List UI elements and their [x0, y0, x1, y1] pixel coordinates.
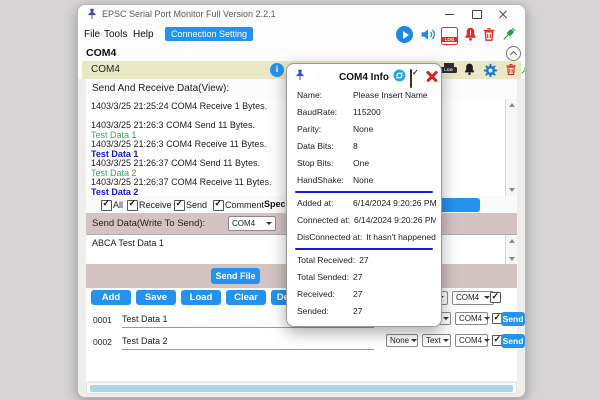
actions-port-select[interactable]: COM4: [452, 290, 494, 305]
add-button[interactable]: Add: [91, 290, 131, 305]
menu-bar: File Tools Help Connection Setting LOG: [78, 24, 525, 46]
log-file-icon[interactable]: LOG: [441, 26, 458, 45]
trash-icon[interactable]: [481, 26, 497, 43]
popup-field: Added at: 6/14/2024 9:20:26 PM: [297, 198, 436, 208]
all-label: All: [113, 199, 124, 210]
popup-field: HandShake: None: [297, 175, 374, 185]
refresh-icon[interactable]: [393, 69, 406, 82]
panel-bell-icon[interactable]: [462, 62, 477, 77]
menu-tools[interactable]: Tools: [104, 29, 127, 40]
connect-plug-icon[interactable]: [499, 25, 518, 44]
popup-field: Name: Please Insert Name: [297, 90, 428, 100]
settings-gear-icon[interactable]: [482, 62, 499, 79]
send-data-label: Send Data(Write To Send):: [92, 218, 206, 229]
row-send-button[interactable]: Send: [501, 334, 525, 348]
row-text-input[interactable]: Test Data 2: [122, 336, 168, 346]
connection-setting-button[interactable]: Connection Setting: [165, 26, 254, 41]
log-printer-icon[interactable]: LOG: [440, 63, 457, 76]
view-label: Send And Receive Data(View):: [92, 83, 230, 94]
send-label: Send: [186, 199, 208, 210]
comment-checkbox[interactable]: [213, 198, 224, 211]
app-window: EPSC Serial Port Monitor Full Version 2.…: [77, 4, 526, 398]
play-icon[interactable]: [396, 26, 413, 43]
row-port-select[interactable]: COM4: [455, 334, 491, 347]
all-checkbox[interactable]: [101, 198, 112, 211]
close-button[interactable]: [494, 8, 512, 21]
menu-file[interactable]: File: [84, 29, 100, 40]
row-send-button[interactable]: Send: [501, 312, 525, 326]
panel-trash-icon[interactable]: [504, 62, 518, 77]
popup-field: Received: 27: [297, 289, 363, 299]
comment-label: Comment: [225, 199, 265, 210]
popup-field: Stop Bits: One: [297, 158, 370, 168]
log-scrollbar[interactable]: [505, 99, 517, 196]
panel-plug-icon[interactable]: [518, 62, 525, 77]
port-section-title: COM4: [86, 47, 117, 59]
popup-field: BaudRate: 115200: [297, 107, 381, 117]
load-button[interactable]: Load: [181, 290, 221, 305]
com4-info-popup: COM4 Info Name:Please Insert Name BaudRa…: [286, 63, 442, 327]
save-button[interactable]: Save: [136, 290, 176, 305]
pushpin-icon: [85, 7, 99, 21]
clear-button[interactable]: Clear: [226, 290, 266, 305]
input-scrollbar[interactable]: [505, 235, 517, 265]
speaker-icon[interactable]: [419, 26, 437, 43]
row-underline: [122, 349, 374, 350]
panel-title: COM4: [91, 64, 120, 75]
title-bar: EPSC Serial Port Monitor Full Version 2.…: [78, 5, 525, 24]
send-port-select[interactable]: COM4: [228, 216, 276, 231]
receive-label: Receive: [139, 199, 172, 210]
info-icon[interactable]: [270, 62, 284, 77]
minimize-button[interactable]: [440, 8, 458, 21]
popup-field: Total Received: 27: [297, 255, 369, 265]
maximize-button[interactable]: [468, 8, 486, 21]
menu-help[interactable]: Help: [133, 29, 154, 40]
app-title: EPSC Serial Port Monitor Full Version 2.…: [102, 9, 276, 19]
popup-field: Total Sended: 27: [297, 272, 363, 282]
receive-checkbox[interactable]: [127, 198, 138, 211]
desktop-background: EPSC Serial Port Monitor Full Version 2.…: [0, 0, 600, 400]
popup-field: DisConnected at:It hasn't happened yet: [297, 232, 436, 242]
send-text-value: ABCA Test Data 1: [92, 238, 164, 248]
scrollbar-thumb[interactable]: [90, 384, 513, 392]
popup-divider: [295, 191, 433, 193]
popout-window-icon[interactable]: [410, 69, 423, 88]
row-port-select[interactable]: COM4: [455, 312, 491, 325]
row-text-input[interactable]: Test Data 1: [122, 314, 168, 324]
popup-field: Connected at: 6/14/2024 9:20:26 PM: [297, 215, 436, 225]
row-underline: [122, 327, 374, 328]
row-index: 0002: [93, 337, 112, 347]
row-mode-select[interactable]: None: [386, 334, 418, 347]
popup-close-icon[interactable]: [426, 70, 439, 83]
send-file-button[interactable]: Send File: [211, 267, 260, 284]
actions-checkbox[interactable]: [490, 291, 501, 303]
row-format-select[interactable]: Text: [422, 334, 451, 347]
popup-divider: [295, 248, 433, 250]
row-index: 0001: [93, 315, 112, 325]
alert-bell-icon[interactable]: [462, 26, 479, 43]
popup-field: Parity: None: [297, 124, 374, 134]
port-section-row: COM4: [78, 46, 525, 61]
popup-field: Data Bits: 8: [297, 141, 358, 151]
horizontal-scrollbar[interactable]: [86, 382, 517, 394]
collapse-chevron-button[interactable]: [506, 46, 521, 61]
send-checkbox[interactable]: [174, 198, 185, 211]
popup-field: Sended: 27: [297, 306, 363, 316]
